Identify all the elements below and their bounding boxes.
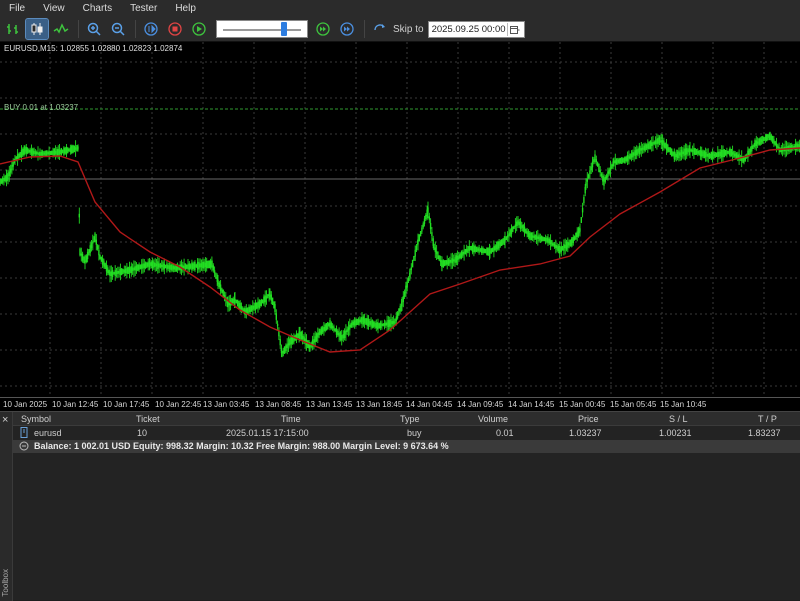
time-tick-label: 10 Jan 2025 [3,400,48,409]
toolbar-separator [78,20,79,38]
speed-thumb[interactable] [280,22,287,36]
toolbar-separator [364,20,365,38]
balance-icon [19,441,29,453]
terminal-sidebar: × Toolbox [0,412,13,601]
time-tick-label: 13 Jan 08:45 [255,400,302,409]
time-tick-label: 15 Jan 10:45 [660,400,707,409]
cell-ticket: 10 [137,428,148,438]
bar-chart-icon[interactable] [2,19,24,39]
col-ticket[interactable]: Ticket [136,414,160,424]
balance-summary: Balance: 1 002.01 USD Equity: 998.32 Mar… [34,441,449,451]
table-row[interactable]: eurusd 10 2025.01.15 17:15:00 buy 0.01 1… [13,426,800,440]
toolbox-label: Toolbox [1,569,10,597]
trade-level-label: BUY 0.01 at 1.03237 [4,103,79,112]
time-tick-label: 10 Jan 22:45 [155,400,202,409]
line-chart-icon[interactable] [50,19,72,39]
skip-to-label: Skip to [393,23,424,35]
position-icon [20,427,28,440]
zoom-out-icon[interactable] [107,19,129,39]
menu-view[interactable]: View [34,3,74,14]
menu-help[interactable]: Help [166,3,205,14]
time-tick-label: 14 Jan 04:45 [406,400,453,409]
col-symbol[interactable]: Symbol [21,414,51,424]
time-tick-label: 10 Jan 12:45 [52,400,99,409]
time-tick-label: 15 Jan 05:45 [610,400,657,409]
chart-title: EURUSD,M15: 1.02855 1.02880 1.02823 1.02… [4,44,183,53]
zoom-in-icon[interactable] [83,19,105,39]
play-icon[interactable] [188,19,210,39]
time-tick-label: 13 Jan 13:45 [306,400,353,409]
time-tick-label: 13 Jan 18:45 [356,400,403,409]
cell-time: 2025.01.15 17:15:00 [226,428,309,438]
terminal-panel: × Toolbox Symbol Ticket Time Type Volume… [0,411,800,601]
speed-slider[interactable] [216,20,308,38]
toolbar-separator [135,20,136,38]
skip-date-input[interactable]: 2025.09.25 00:00 [427,20,525,38]
cell-price: 1.03237 [569,428,602,438]
chart-canvas [0,42,800,397]
step-icon[interactable] [140,19,162,39]
time-axis: 10 Jan 2025 10 Jan 12:45 10 Jan 17:45 10 Ja… [0,397,800,411]
col-tp[interactable]: T / P [758,414,777,424]
menu-bar: File View Charts Tester Help [0,0,800,17]
balance-row: Balance: 1 002.01 USD Equity: 998.32 Mar… [13,440,800,453]
close-icon[interactable]: × [2,415,8,426]
fast-forward-icon[interactable] [336,19,358,39]
col-time[interactable]: Time [281,414,301,424]
stop-icon[interactable] [164,19,186,39]
col-type[interactable]: Type [400,414,420,424]
price-chart[interactable]: EURUSD,M15: 1.02855 1.02880 1.02823 1.02… [0,42,800,397]
skip-forward-icon[interactable] [312,19,334,39]
time-tick-label: 14 Jan 09:45 [457,400,504,409]
col-sl[interactable]: S / L [669,414,688,424]
cell-volume: 0.01 [496,428,514,438]
toolbar: Skip to 2025.09.25 00:00 [0,17,800,42]
candlestick-icon[interactable] [25,18,49,40]
cell-symbol: eurusd [34,428,62,438]
cell-type: buy [407,428,422,438]
menu-file[interactable]: File [0,3,34,14]
col-volume[interactable]: Volume [478,414,508,424]
time-tick-label: 10 Jan 17:45 [103,400,150,409]
cell-sl: 1.00231 [659,428,692,438]
skip-date-value: 2025.09.25 00:00 [431,23,506,35]
table-header: Symbol Ticket Time Type Volume Price S /… [13,412,800,426]
time-tick-label: 13 Jan 03:45 [203,400,250,409]
positions-table: Symbol Ticket Time Type Volume Price S /… [13,412,800,453]
speed-track [223,29,301,31]
time-tick-label: 15 Jan 00:45 [559,400,606,409]
menu-charts[interactable]: Charts [74,3,121,14]
cell-tp: 1.83237 [748,428,781,438]
time-tick-label: 14 Jan 14:45 [508,400,555,409]
menu-tester[interactable]: Tester [121,3,166,14]
calendar-icon[interactable] [506,22,523,36]
skip-to-icon[interactable] [369,19,391,39]
col-price[interactable]: Price [578,414,599,424]
